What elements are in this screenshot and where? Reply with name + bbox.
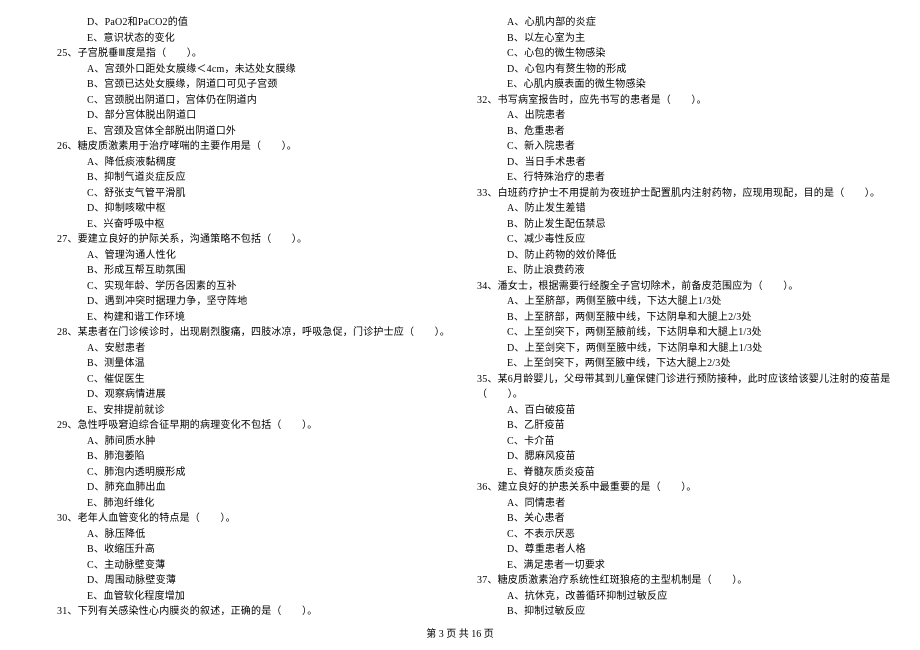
answer-option: B、收缩压升高 [45,542,435,558]
answer-option: E、肺泡纤维化 [45,496,435,512]
question-text: 37、糖皮质激素治疗系统性红斑狼疮的主型机制是（ ）。 [465,573,875,589]
answer-option: A、脉压降低 [45,527,435,543]
question-text: （ ）。 [465,387,875,403]
answer-option: E、构建和谐工作环境 [45,310,435,326]
answer-option: B、肺泡萎陷 [45,449,435,465]
question-text: 28、某患者在门诊候诊时，出现剧烈腹痛，四肢冰凉，呼吸急促，门诊护士应（ ）。 [45,325,435,341]
answer-option: E、兴奋呼吸中枢 [45,217,435,233]
question-text: 36、建立良好的护患关系中最重要的是（ ）。 [465,480,875,496]
answer-option: E、行特殊治疗的患者 [465,170,875,186]
answer-option: C、催促医生 [45,372,435,388]
question-text: 27、要建立良好的护际关系，沟通策略不包括（ ）。 [45,232,435,248]
answer-option: A、心肌内部的炎症 [465,15,875,31]
answer-option: A、降低痰液黏稠度 [45,155,435,171]
answer-option: D、抑制咳嗽中枢 [45,201,435,217]
answer-option: A、肺间质水肿 [45,434,435,450]
answer-option: C、舒张支气管平滑肌 [45,186,435,202]
answer-option: B、危重患者 [465,124,875,140]
question-text: 35、某6月龄婴儿，父母带其到儿童保健门诊进行预防接种，此时应该给该婴儿注射的疫… [465,372,875,388]
answer-option: A、上至脐部，两侧至腋中线，下达大腿上1/3处 [465,294,875,310]
answer-option: E、满足患者一切要求 [465,558,875,574]
answer-option: B、宫颈已达处女膜缘，阴道口可见子宫颈 [45,77,435,93]
question-text: 31、下列有关感染性心内膜炎的叙述，正确的是（ ）。 [45,604,435,620]
answer-option: B、关心患者 [465,511,875,527]
answer-option: C、主动脉壁变薄 [45,558,435,574]
question-text: 30、老年人血管变化的特点是（ ）。 [45,511,435,527]
answer-option: E、意识状态的变化 [45,31,435,47]
answer-option: C、肺泡内透明膜形成 [45,465,435,481]
answer-option: D、防止药物的效价降低 [465,248,875,264]
answer-option: B、抑制过敏反应 [465,604,875,620]
answer-option: D、心包内有赘生物的形成 [465,62,875,78]
answer-option: D、部分宫体脱出阴道口 [45,108,435,124]
answer-option: D、上至剑突下，两侧至腋中线，下达阴阜和大腿上1/3处 [465,341,875,357]
answer-option: C、新入院患者 [465,139,875,155]
answer-option: E、安排提前就诊 [45,403,435,419]
answer-option: B、以左心室为主 [465,31,875,47]
answer-option: D、腮麻风疫苗 [465,449,875,465]
question-text: 25、子宫脱垂Ⅲ度是指（ ）。 [45,46,435,62]
answer-option: E、防止浪费药液 [465,263,875,279]
question-text: 29、急性呼吸窘迫综合征早期的病理变化不包括（ ）。 [45,418,435,434]
answer-option: A、宫颈外口距处女膜缘＜4cm，未达处女膜缘 [45,62,435,78]
question-text: 33、白班药疗护士不用提前为夜班护士配置肌内注射药物，应现用现配，目的是（ ）。 [465,186,875,202]
answer-option: B、上至脐部，两侧至腋中线，下达阴阜和大腿上2/3处 [465,310,875,326]
answer-option: C、宫颈脱出阴道口，宫体仍在阴道内 [45,93,435,109]
answer-option: C、实现年龄、学历各因素的互补 [45,279,435,295]
answer-option: B、防止发生配伍禁忌 [465,217,875,233]
answer-option: A、出院患者 [465,108,875,124]
answer-option: A、管理沟通人性化 [45,248,435,264]
answer-option: E、上至剑突下，两侧至腋中线，下达大腿上2/3处 [465,356,875,372]
right-column: A、心肌内部的炎症B、以左心室为主C、心包的微生物感染D、心包内有赘生物的形成E… [460,15,875,610]
answer-option: D、肺充血肺出血 [45,480,435,496]
answer-option: A、防止发生差错 [465,201,875,217]
answer-option: C、心包的微生物感染 [465,46,875,62]
answer-option: E、血管软化程度增加 [45,589,435,605]
answer-option: B、抑制气道炎症反应 [45,170,435,186]
answer-option: D、观察病情进展 [45,387,435,403]
answer-option: B、形成互帮互助氛围 [45,263,435,279]
answer-option: E、宫颈及宫体全部脱出阴道口外 [45,124,435,140]
answer-option: C、减少毒性反应 [465,232,875,248]
answer-option: D、周围动脉壁变薄 [45,573,435,589]
answer-option: D、尊重患者人格 [465,542,875,558]
answer-option: C、不表示厌恶 [465,527,875,543]
question-text: 34、潘女士，根据需要行经腹全子宫切除术，前备皮范围应为（ ）。 [465,279,875,295]
answer-option: A、抗休克，改善循环抑制过敏反应 [465,589,875,605]
answer-option: D、遇到冲突时据理力争，坚守阵地 [45,294,435,310]
answer-option: A、安慰患者 [45,341,435,357]
answer-option: A、同情患者 [465,496,875,512]
answer-option: B、测量体温 [45,356,435,372]
answer-option: C、上至剑突下，两侧至腋前线，下达阴阜和大腿上1/3处 [465,325,875,341]
question-text: 26、糖皮质激素用于治疗哮喘的主要作用是（ ）。 [45,139,435,155]
answer-option: A、百白破疫苗 [465,403,875,419]
answer-option: B、乙肝疫苗 [465,418,875,434]
question-text: 32、书写病室报告时，应先书写的患者是（ ）。 [465,93,875,109]
answer-option: C、卡介苗 [465,434,875,450]
answer-option: D、当日手术患者 [465,155,875,171]
answer-option: E、脊髓灰质炎疫苗 [465,465,875,481]
left-column: D、PaO2和PaCO2的值E、意识状态的变化25、子宫脱垂Ⅲ度是指（ ）。A、… [45,15,460,610]
page-footer: 第 3 页 共 16 页 [0,625,920,640]
answer-option: E、心肌内膜表面的微生物感染 [465,77,875,93]
answer-option: D、PaO2和PaCO2的值 [45,15,435,31]
page-container: D、PaO2和PaCO2的值E、意识状态的变化25、子宫脱垂Ⅲ度是指（ ）。A、… [0,0,920,610]
